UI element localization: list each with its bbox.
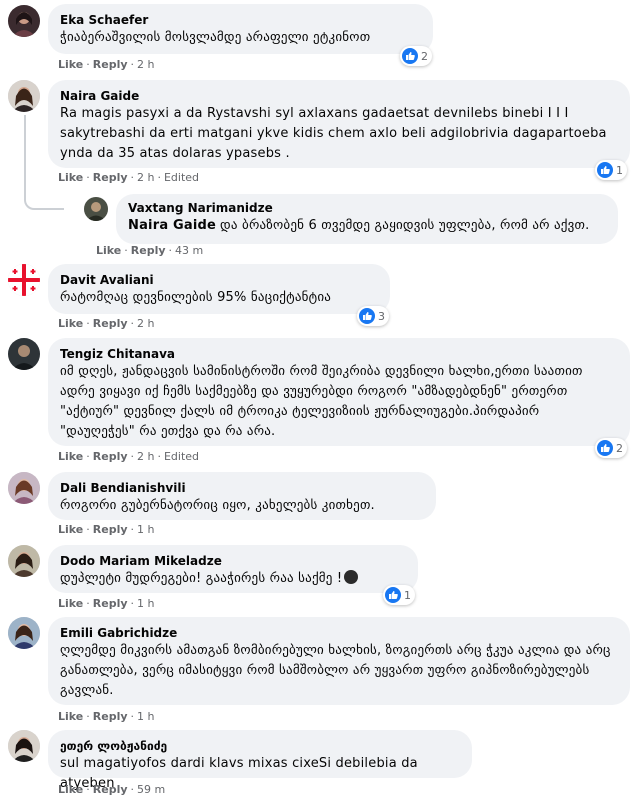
avatar[interactable]	[8, 545, 40, 577]
comment-bubble: Tengiz Chitanava იმ დღეს, ჟანდაცვის სამი…	[48, 338, 630, 446]
avatar[interactable]	[8, 730, 40, 762]
comment-text: დუპლეტი მუდრეგები! გააჭირეს რაა საქმე !	[60, 571, 343, 586]
reply-button[interactable]: Reply	[93, 450, 128, 463]
reaction-number: 2	[421, 49, 428, 63]
reply-button[interactable]: Reply	[93, 317, 128, 330]
reaction-count[interactable]: 1	[383, 585, 415, 605]
like-button[interactable]: Like	[58, 450, 83, 463]
comment-author[interactable]: Emili Gabrichidze	[60, 625, 618, 641]
comment-text-wrap: Naira Gaide და ბრაზობენ 6 თვემდე გაყიდვის…	[128, 216, 606, 236]
comment-author[interactable]: Vaxtang Narimanidze	[128, 200, 606, 216]
comment-actions: Like · Reply · 2 h · Edited	[58, 171, 200, 184]
avatar[interactable]	[8, 338, 40, 370]
reply-thread-line	[24, 115, 64, 210]
avatar[interactable]	[8, 80, 40, 112]
comment-actions: Like · Reply · 1 h	[58, 523, 155, 536]
comment-author[interactable]: Eka Schaefer	[60, 12, 421, 28]
reaction-number: 1	[404, 588, 411, 602]
comment-author[interactable]: Naira Gaide	[60, 88, 618, 104]
comment-actions: Like · Reply · 43 m	[96, 244, 204, 257]
comment-author[interactable]: Dodo Mariam Mikeladze	[60, 553, 406, 569]
comment-bubble: Eka Schaefer ჭიაბერაშვილის მოსვლამდე არა…	[48, 4, 433, 54]
comment-bubble: ეთერ ლობჟანიძე sul magatiyofos dardi kla…	[48, 730, 472, 791]
comment-text: რატომღაც დევნილების 95% ნაციქტანტია	[60, 290, 332, 305]
avatar[interactable]	[8, 5, 40, 37]
timestamp[interactable]: 1 h	[137, 597, 154, 610]
comment-text: ჭიაბერაშვილის მოსვლამდე არაფელი ეტკინოთ	[60, 30, 371, 45]
like-button[interactable]: Like	[96, 244, 121, 257]
reply-button[interactable]: Reply	[93, 523, 128, 536]
like-button[interactable]: Like	[58, 317, 83, 330]
emoji-icon	[344, 570, 359, 584]
edited-label[interactable]: Edited	[164, 171, 199, 184]
timestamp[interactable]: 2 h	[137, 317, 154, 330]
comment-bubble: Dodo Mariam Mikeladze დუპლეტი მუდრეგები!…	[48, 545, 418, 593]
comment-text: Ra magis pasyxi a da Rystavshi syl axlax…	[60, 106, 607, 161]
reply-button[interactable]: Reply	[93, 597, 128, 610]
comment-author[interactable]: ეთერ ლობჟანიძე	[60, 738, 460, 754]
comment-bubble: Davit Avaliani რატომღაც დევნილების 95% ნ…	[48, 264, 390, 314]
reply-button[interactable]: Reply	[93, 783, 128, 796]
like-button[interactable]: Like	[58, 597, 83, 610]
comment-text: როგორი გუბერნატორიც იყო, კახელებს კითხეთ…	[60, 498, 375, 513]
like-button[interactable]: Like	[58, 710, 83, 723]
comment-text: იმ დღეს, ჟანდაცვის სამინისტროში რომ შეიკ…	[60, 364, 583, 439]
comment-actions: Like · Reply · 2 h	[58, 317, 155, 330]
comment-author[interactable]: Dali Bendianishvili	[60, 480, 424, 496]
timestamp[interactable]: 2 h	[137, 58, 154, 71]
comment-bubble: Naira Gaide Ra magis pasyxi a da Rystavs…	[48, 80, 630, 168]
timestamp[interactable]: 43 m	[175, 244, 203, 257]
comment-actions: Like · Reply · 2 h · Edited	[58, 450, 200, 463]
like-reaction-icon	[597, 162, 613, 178]
reply-button[interactable]: Reply	[93, 58, 128, 71]
avatar[interactable]	[8, 264, 40, 296]
like-button[interactable]: Like	[58, 58, 83, 71]
like-reaction-icon	[385, 587, 401, 603]
like-button[interactable]: Like	[58, 783, 83, 796]
like-reaction-icon	[402, 48, 418, 64]
avatar[interactable]	[8, 617, 40, 649]
edited-label[interactable]: Edited	[164, 450, 199, 463]
reaction-count[interactable]: 2	[400, 46, 432, 66]
comment-actions: Like · Reply · 1 h	[58, 597, 155, 610]
comment-bubble: Vaxtang Narimanidze Naira Gaide და ბრაზობ…	[116, 194, 618, 244]
timestamp[interactable]: 2 h	[137, 450, 154, 463]
timestamp[interactable]: 1 h	[137, 523, 154, 536]
reply-button[interactable]: Reply	[93, 171, 128, 184]
comment-bubble: Dali Bendianishvili როგორი გუბერნატორიც …	[48, 472, 436, 520]
timestamp[interactable]: 59 m	[137, 783, 165, 796]
comment-author[interactable]: Tengiz Chitanava	[60, 346, 618, 362]
reply-button[interactable]: Reply	[93, 710, 128, 723]
comment-text: და ბრაზობენ 6 თვემდე გაყიდვის უფლება, რო…	[220, 218, 590, 233]
comment-bubble: Emili Gabrichidze ღლემდე მიკვირს ამათგან…	[48, 617, 630, 705]
avatar[interactable]	[8, 472, 40, 504]
like-reaction-icon	[597, 440, 613, 456]
reaction-number: 1	[616, 163, 623, 177]
comment-author[interactable]: Davit Avaliani	[60, 272, 378, 288]
timestamp[interactable]: 2 h	[137, 171, 154, 184]
avatar[interactable]	[84, 197, 108, 221]
reaction-count[interactable]: 1	[595, 160, 627, 180]
like-button[interactable]: Like	[58, 523, 83, 536]
comment-actions: Like · Reply · 1 h	[58, 710, 155, 723]
comment-text: ღლემდე მიკვირს ამათგან ზომბირებული ხალხი…	[60, 643, 611, 698]
comment-actions: Like · Reply · 59 m	[58, 783, 166, 796]
reaction-count[interactable]: 2	[595, 438, 627, 458]
reply-button[interactable]: Reply	[131, 244, 166, 257]
comment-actions: Like · Reply · 2 h	[58, 58, 155, 71]
reaction-count[interactable]: 3	[357, 306, 389, 326]
timestamp[interactable]: 1 h	[137, 710, 154, 723]
reaction-number: 3	[378, 309, 385, 323]
like-reaction-icon	[359, 308, 375, 324]
reaction-number: 2	[616, 441, 623, 455]
comment-text-wrap: დუპლეტი მუდრეგები! გააჭირეს რაა საქმე !	[60, 569, 406, 589]
mention-link[interactable]: Naira Gaide	[128, 218, 216, 233]
